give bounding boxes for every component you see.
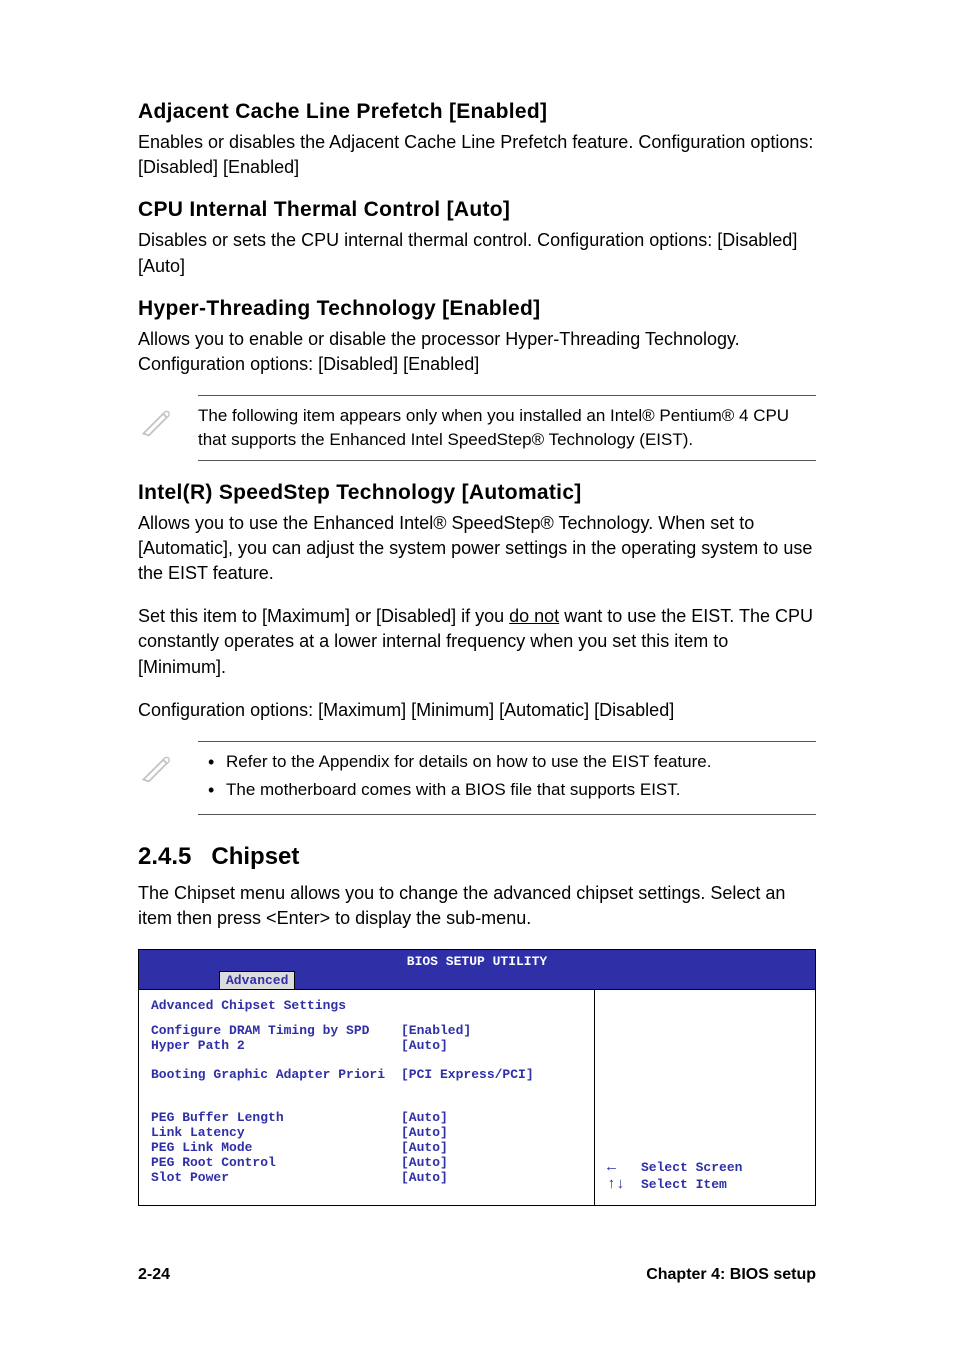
bios-row-slotpower: Slot Power [Auto] [151, 1170, 582, 1185]
text-chipset: The Chipset menu allows you to change th… [138, 881, 816, 931]
text-speedstep-p2: Set this item to [Maximum] or [Disabled]… [138, 604, 816, 680]
label-linklatency: Link Latency [151, 1125, 401, 1140]
page-footer: 2-24 Chapter 4: BIOS setup [138, 1266, 816, 1284]
arrow-left-icon: ← [607, 1159, 627, 1176]
bios-title: BIOS SETUP UTILITY [139, 952, 815, 971]
note-block-eist-condition: The following item appears only when you… [138, 395, 816, 461]
bios-screenshot: BIOS SETUP UTILITY Advanced Advanced Chi… [138, 949, 816, 1206]
hint-screen-text: Select Screen [641, 1160, 742, 1175]
value-linklatency: [Auto] [401, 1125, 582, 1140]
text-cpu-thermal: Disables or sets the CPU internal therma… [138, 228, 816, 278]
bios-right-panel: ← Select Screen ↑↓ Select Item [595, 990, 815, 1205]
bios-row-booting: Booting Graphic Adapter Priori [PCI Expr… [151, 1067, 582, 1082]
label-pegbuffer: PEG Buffer Length [151, 1110, 401, 1125]
bios-tab-advanced: Advanced [219, 971, 295, 989]
bios-row-linklatency: Link Latency [Auto] [151, 1125, 582, 1140]
pen-icon [138, 395, 198, 444]
arrow-updown-icon: ↑↓ [607, 1176, 627, 1193]
label-slotpower: Slot Power [151, 1170, 401, 1185]
value-dram: [Enabled] [401, 1023, 582, 1038]
label-hyperpath: Hyper Path 2 [151, 1038, 401, 1053]
heading-hyper-threading: Hyper-Threading Technology [Enabled] [138, 297, 816, 321]
bios-left-panel: Advanced Chipset Settings Configure DRAM… [139, 990, 595, 1205]
bios-row-hyperpath: Hyper Path 2 [Auto] [151, 1038, 582, 1053]
hint-item-text: Select Item [641, 1177, 727, 1192]
text-adj-cache: Enables or disables the Adjacent Cache L… [138, 130, 816, 180]
note-content: Refer to the Appendix for details on how… [198, 741, 816, 815]
value-pegbuffer: [Auto] [401, 1110, 582, 1125]
label-peglink: PEG Link Mode [151, 1140, 401, 1155]
chipset-num: 2.4.5 [138, 843, 191, 870]
bios-hint-screen: ← Select Screen [607, 1159, 803, 1176]
note-content: The following item appears only when you… [198, 395, 816, 461]
bios-row-pegroot: PEG Root Control [Auto] [151, 1155, 582, 1170]
value-slotpower: [Auto] [401, 1170, 582, 1185]
bios-row-dram: Configure DRAM Timing by SPD [Enabled] [151, 1023, 582, 1038]
bios-header: BIOS SETUP UTILITY Advanced [139, 950, 815, 989]
p2-underline: do not [509, 606, 559, 626]
heading-adj-cache: Adjacent Cache Line Prefetch [Enabled] [138, 100, 816, 124]
value-booting: [PCI Express/PCI] [401, 1067, 582, 1082]
text-speedstep-p1: Allows you to use the Enhanced Intel® Sp… [138, 511, 816, 587]
heading-speedstep: Intel(R) SpeedStep Technology [Automatic… [138, 481, 816, 505]
label-pegroot: PEG Root Control [151, 1155, 401, 1170]
bios-hint-item: ↑↓ Select Item [607, 1176, 803, 1193]
value-pegroot: [Auto] [401, 1155, 582, 1170]
chipset-title: Chipset [211, 843, 299, 870]
chapter-label: Chapter 4: BIOS setup [646, 1266, 816, 1284]
bios-section-title: Advanced Chipset Settings [151, 998, 582, 1013]
note-block-eist-refs: Refer to the Appendix for details on how… [138, 741, 816, 815]
p2-pre: Set this item to [Maximum] or [Disabled]… [138, 606, 509, 626]
note2-bullet2: The motherboard comes with a BIOS file t… [198, 778, 816, 802]
heading-chipset: 2.4.5 Chipset [138, 843, 816, 871]
bios-row-peglink: PEG Link Mode [Auto] [151, 1140, 582, 1155]
label-dram: Configure DRAM Timing by SPD [151, 1023, 401, 1038]
text-speedstep-p3: Configuration options: [Maximum] [Minimu… [138, 698, 816, 723]
value-peglink: [Auto] [401, 1140, 582, 1155]
text-hyper-threading: Allows you to enable or disable the proc… [138, 327, 816, 377]
heading-cpu-thermal: CPU Internal Thermal Control [Auto] [138, 198, 816, 222]
bios-body: Advanced Chipset Settings Configure DRAM… [139, 989, 815, 1205]
note2-bullet1: Refer to the Appendix for details on how… [198, 750, 816, 774]
pen-icon [138, 741, 198, 790]
page-number: 2-24 [138, 1266, 170, 1284]
label-booting: Booting Graphic Adapter Priori [151, 1067, 401, 1082]
bios-row-pegbuffer: PEG Buffer Length [Auto] [151, 1110, 582, 1125]
value-hyperpath: [Auto] [401, 1038, 582, 1053]
